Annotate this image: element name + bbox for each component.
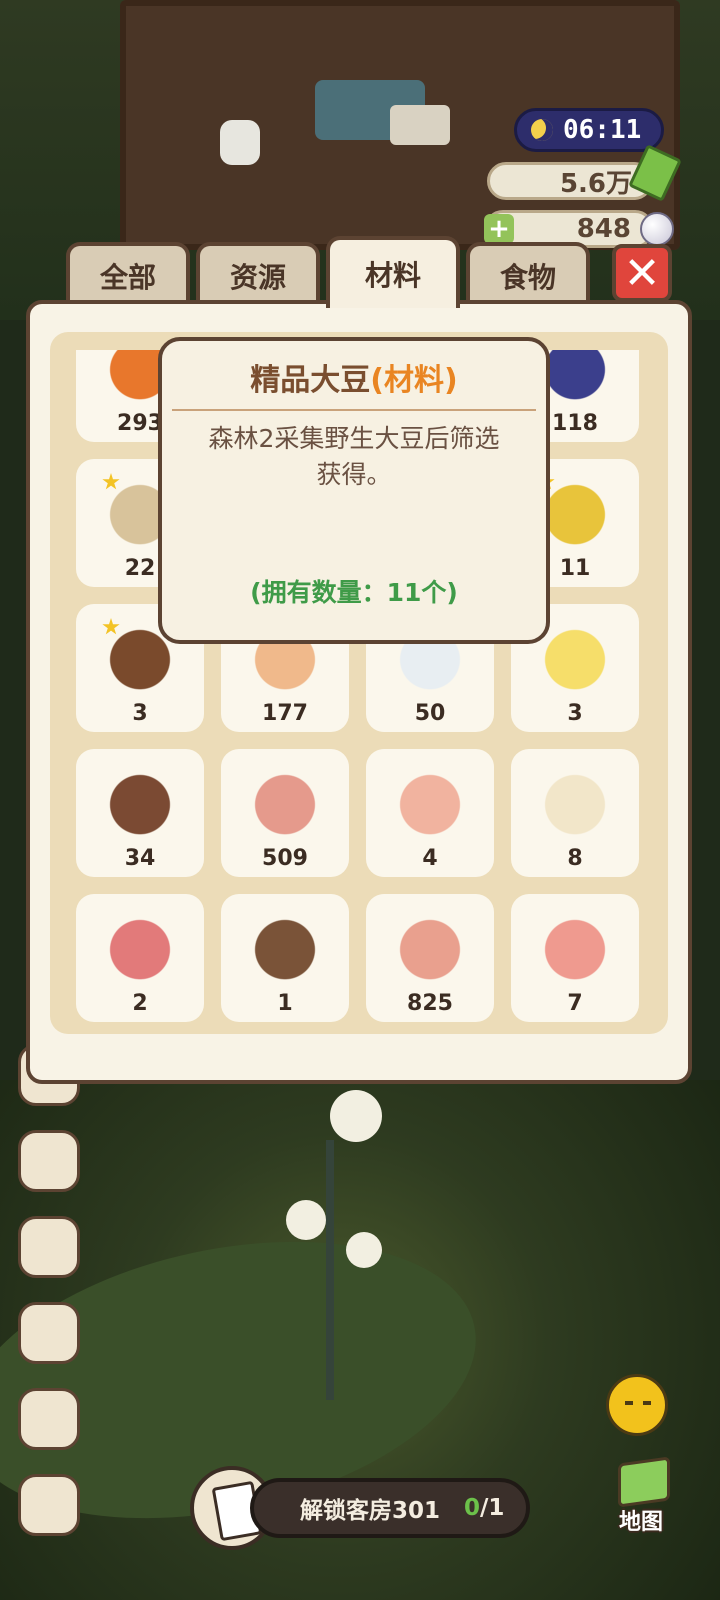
lamp-globe bbox=[346, 1232, 382, 1268]
quest-bar[interactable]: 解锁客房301 0/1 bbox=[250, 1478, 530, 1538]
item-count: 2 bbox=[132, 991, 148, 1016]
item-count: 34 bbox=[124, 846, 156, 871]
magnifier-icon[interactable] bbox=[18, 1216, 80, 1278]
tooltip-title: 精品大豆(材料) bbox=[162, 355, 546, 399]
map-button[interactable]: 地图 bbox=[606, 1456, 676, 1536]
ginseng-root-icon bbox=[535, 765, 615, 837]
dried-meat-icon bbox=[245, 910, 325, 982]
inventory-item[interactable]: 1 bbox=[221, 894, 349, 1022]
pork-belly-icon bbox=[100, 910, 180, 982]
pearl-icon bbox=[640, 212, 674, 246]
lamp-post bbox=[326, 1140, 334, 1400]
shirt-icon[interactable] bbox=[18, 1130, 80, 1192]
tab-food[interactable]: 食物 bbox=[466, 242, 590, 306]
item-count: 8 bbox=[567, 846, 583, 871]
tooltip-item-name: 精品大豆 bbox=[250, 363, 371, 398]
tooltip-description-line: 森林2采集野生大豆后筛选 bbox=[208, 424, 500, 453]
item-count: 1 bbox=[277, 991, 293, 1016]
quest-progress: 0/1 bbox=[464, 1495, 504, 1521]
leg-bone-icon bbox=[390, 910, 470, 982]
item-count: 825 bbox=[407, 991, 453, 1016]
desk bbox=[390, 105, 450, 145]
tooltip-quantity: (拥有数量：11个) bbox=[250, 578, 458, 607]
paw-icon[interactable] bbox=[18, 1474, 80, 1536]
moon-icon bbox=[531, 119, 553, 141]
inventory-item[interactable]: 8 bbox=[511, 749, 639, 877]
inventory-item[interactable]: 2 bbox=[76, 894, 204, 1022]
tooltip-description: 森林2采集野生大豆后筛选 获得。 bbox=[192, 421, 516, 493]
map-label: 地图 bbox=[618, 1510, 663, 1535]
quest-label: 解锁客房301 bbox=[300, 1498, 441, 1524]
item-count: 50 bbox=[414, 701, 446, 726]
lamp-globe bbox=[330, 1090, 382, 1142]
mushroom-house-icon[interactable] bbox=[18, 1388, 80, 1450]
quest-progress-total: /1 bbox=[480, 1495, 505, 1521]
backpack-icon[interactable] bbox=[18, 1302, 80, 1364]
plus-icon[interactable]: + bbox=[484, 214, 514, 244]
inventory-item[interactable]: 4 bbox=[366, 749, 494, 877]
item-count: 509 bbox=[262, 846, 308, 871]
quest-progress-done: 0 bbox=[464, 1495, 481, 1521]
ham-steak-icon bbox=[245, 765, 325, 837]
cash-text: 5.6万 bbox=[559, 168, 632, 199]
tooltip-description-line: 获得。 bbox=[316, 460, 392, 489]
inventory-item[interactable]: 7 bbox=[511, 894, 639, 1022]
time-display: 06:11 bbox=[514, 108, 664, 152]
tab-resources[interactable]: 资源 bbox=[196, 242, 320, 306]
inventory-item[interactable]: 34 bbox=[76, 749, 204, 877]
item-count: 177 bbox=[262, 701, 308, 726]
gem-text: 848 bbox=[576, 214, 631, 244]
cash-counter[interactable]: 5.6万 bbox=[487, 162, 653, 200]
item-count: 3 bbox=[567, 701, 583, 726]
time-text: 06:11 bbox=[563, 115, 642, 145]
toilet bbox=[220, 120, 260, 165]
bacon-block-icon bbox=[535, 910, 615, 982]
emote-icon[interactable] bbox=[606, 1374, 668, 1436]
tab-all[interactable]: 全部 bbox=[66, 242, 190, 306]
tooltip-divider bbox=[172, 409, 536, 411]
lamp-globe bbox=[286, 1200, 326, 1240]
chicken-breast-icon bbox=[390, 765, 470, 837]
tooltip-item-category: (材料) bbox=[370, 363, 458, 398]
inventory-item[interactable]: 509 bbox=[221, 749, 349, 877]
map-icon bbox=[618, 1456, 670, 1508]
item-count: 3 bbox=[132, 701, 148, 726]
item-tooltip: 精品大豆(材料) 森林2采集野生大豆后筛选 获得。 (拥有数量：11个) bbox=[158, 337, 550, 644]
chocolate-bar-icon bbox=[100, 765, 180, 837]
inventory-item[interactable]: 825 bbox=[366, 894, 494, 1022]
close-icon[interactable]: ✕ bbox=[612, 244, 672, 302]
item-count: 7 bbox=[567, 991, 583, 1016]
item-count: 4 bbox=[422, 846, 438, 871]
tab-materials[interactable]: 材料 bbox=[326, 236, 460, 308]
